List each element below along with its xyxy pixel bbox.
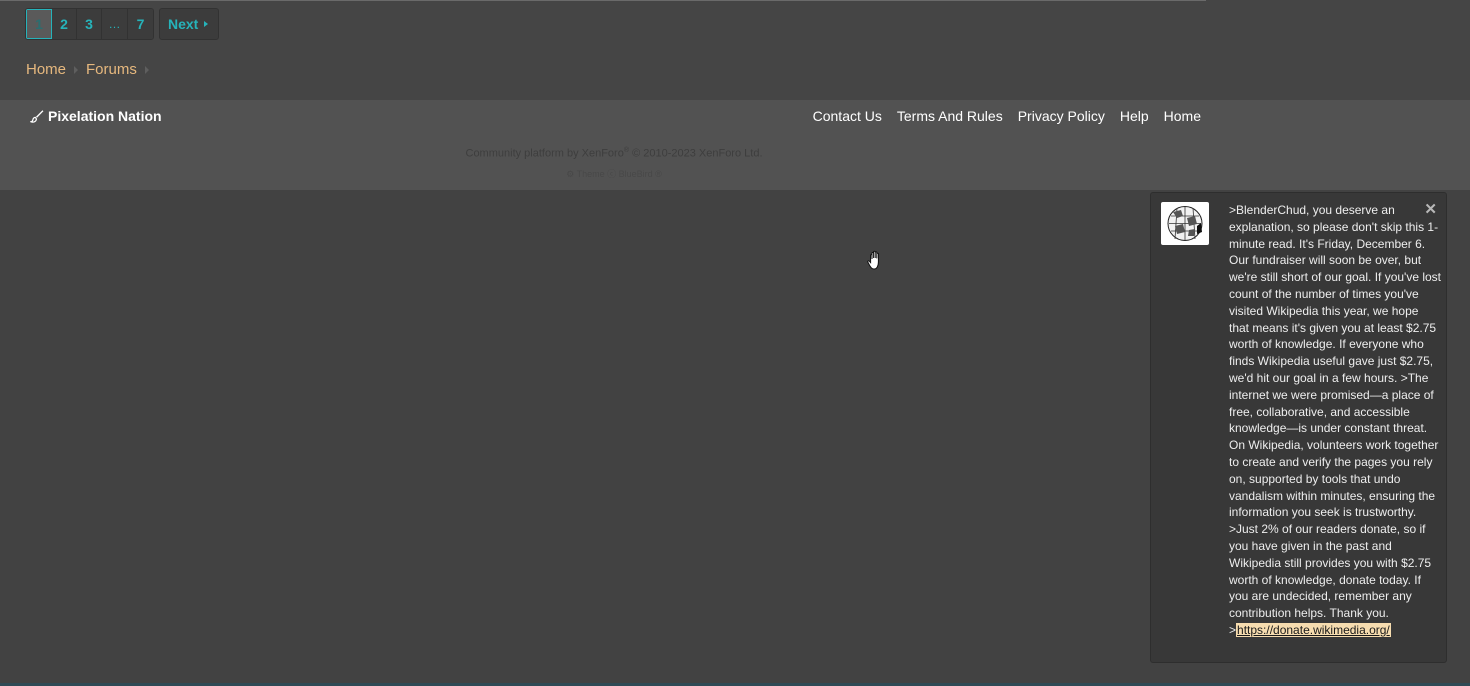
- donate-link[interactable]: https://donate.wikimedia.org/: [1236, 622, 1391, 637]
- breadcrumb-separator-icon: [74, 65, 79, 74]
- next-page-button[interactable]: Next: [159, 8, 220, 40]
- divider: [0, 0, 1206, 1]
- breadcrumb: Home Forums: [26, 61, 157, 78]
- theme-credit[interactable]: ⚙ Theme ⓒ BlueBird ®: [0, 167, 1228, 180]
- page-number-group: 1 2 3 … 7: [25, 8, 154, 40]
- globe-drawing: [1167, 206, 1203, 241]
- copyright-text: © 2010-2023 XenForo Ltd.: [632, 147, 763, 160]
- link-prefix: >: [1229, 622, 1237, 637]
- next-label: Next: [168, 16, 199, 32]
- notification-message: >BlenderChud, you deserve an explanation…: [1229, 202, 1441, 639]
- breadcrumb-separator-icon: [144, 65, 149, 74]
- page-link[interactable]: 3: [77, 9, 102, 39]
- page-link[interactable]: 2: [52, 9, 77, 39]
- notification-text: >BlenderChud, you deserve an explanation…: [1229, 203, 1442, 621]
- pagination: 1 2 3 … 7 Next: [25, 8, 220, 40]
- hand-cursor-icon: [867, 250, 879, 270]
- copyright-platform[interactable]: Community platform by XenForo: [466, 148, 624, 160]
- footer-link-contact[interactable]: Contact Us: [813, 108, 882, 124]
- footer-brand-link[interactable]: Pixelation Nation: [30, 108, 162, 124]
- page: 1 2 3 … 7 Next Home Forums Pixelation Na…: [0, 0, 1470, 686]
- footer-link-help[interactable]: Help: [1120, 108, 1149, 124]
- donation-notification: ✕ >BlenderChud, you deserve an explanati…: [1150, 192, 1447, 663]
- footer-brand-label: Pixelation Nation: [48, 108, 162, 124]
- wikipedia-globe-icon: [1161, 202, 1209, 245]
- footer: Pixelation Nation Contact Us Terms And R…: [0, 100, 1470, 190]
- footer-link-terms[interactable]: Terms And Rules: [897, 108, 1003, 124]
- paint-brush-icon: [30, 110, 44, 123]
- page-link-current[interactable]: 1: [26, 9, 52, 39]
- footer-links: Contact Us Terms And Rules Privacy Polic…: [813, 108, 1201, 124]
- footer-link-privacy[interactable]: Privacy Policy: [1018, 108, 1105, 124]
- page-jump-ellipsis[interactable]: …: [102, 9, 128, 39]
- copyright: Community platform by XenForo® © 2010-20…: [0, 147, 1228, 160]
- content-area: 1 2 3 … 7 Next Home Forums: [0, 0, 1470, 100]
- breadcrumb-item-home[interactable]: Home: [26, 61, 66, 78]
- breadcrumb-item-forums[interactable]: Forums: [86, 61, 137, 78]
- page-link[interactable]: 7: [128, 9, 153, 39]
- footer-link-home[interactable]: Home: [1164, 108, 1201, 124]
- registered-mark: ®: [623, 147, 630, 154]
- caret-right-icon: [204, 21, 209, 27]
